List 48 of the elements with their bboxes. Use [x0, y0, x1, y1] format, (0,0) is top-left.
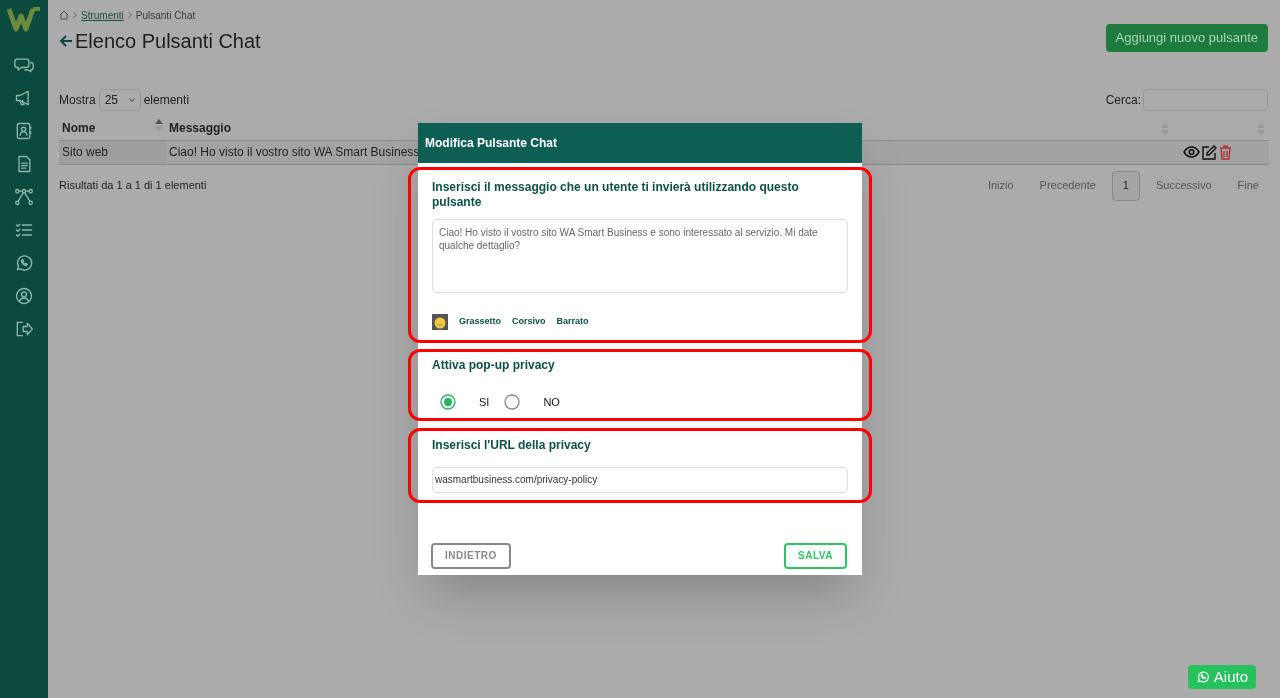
field-label: Attiva pop-up privacy: [432, 357, 556, 374]
field-label: Inserisci il messaggio che un utente ti invierà utilizzando questo pulsante: [432, 180, 800, 210]
page-title: Elenco Pulsanti Chat: [75, 29, 261, 54]
sort-icon[interactable]: [155, 118, 163, 131]
length-label: Mostra: [59, 92, 96, 109]
format-button[interactable]: Corsivo: [512, 315, 546, 329]
whatsapp-icon[interactable]: [14, 253, 34, 273]
url-field[interactable]: wasmartbusiness.com/privacy-policy: [432, 466, 848, 493]
radio-button[interactable]: [440, 394, 456, 411]
format-button[interactable]: Grassetto: [459, 315, 502, 329]
logout-icon[interactable]: [14, 319, 34, 339]
chevron-icon: [127, 12, 132, 18]
back-button[interactable]: INDIETRO: [431, 542, 511, 569]
modal-title: Modifica Pulsante Chat: [425, 135, 558, 152]
length-label: elementi: [143, 92, 190, 109]
table-cell: Sito web: [62, 145, 109, 159]
add-button[interactable]: Aggiungi nuovo pulsante: [1105, 24, 1268, 52]
back-arrow-icon[interactable]: [59, 34, 73, 48]
column-header[interactable]: Nome: [62, 118, 96, 137]
eye-icon[interactable]: [1183, 145, 1200, 159]
column-header[interactable]: Messaggio: [169, 118, 231, 137]
radio-label: NO: [543, 395, 560, 410]
breadcrumb-current: Pulsanti Chat: [135, 8, 196, 23]
search-label: Cerca:: [1105, 92, 1141, 109]
table-info: Risultati da 1 a 1 di 1 elementi: [59, 178, 207, 194]
pagination-button[interactable]: Successivo: [1145, 170, 1222, 201]
radio-button[interactable]: [504, 394, 521, 411]
contacts-icon[interactable]: [14, 121, 34, 141]
pagination-button[interactable]: 1: [1111, 170, 1140, 201]
caret-icon: [128, 98, 135, 102]
pagination-button[interactable]: Fine: [1227, 170, 1269, 201]
user-icon[interactable]: [14, 286, 34, 306]
whatsapp-icon: [1195, 670, 1210, 684]
length-select[interactable]: 25: [98, 89, 141, 111]
flow-icon[interactable]: [14, 187, 34, 207]
home-icon[interactable]: [59, 10, 69, 20]
breadcrumb-link[interactable]: Strumenti: [81, 7, 124, 23]
message-textarea[interactable]: Ciao! Ho visto il vostro sito WA Smart Business e sono interessato al servizio. Mi date qualche dettaglio?: [432, 219, 848, 293]
pagination-button[interactable]: Precedente: [1029, 170, 1106, 201]
radio-label: SI: [479, 395, 490, 410]
logo-icon[interactable]: [7, 6, 41, 32]
table-cell: Ciao! Ho visto il vostro sito WA Smart Business: [169, 145, 420, 159]
format-button[interactable]: Barrato: [556, 315, 589, 329]
emoji-icon[interactable]: [432, 314, 448, 330]
field-label: Inserisci l'URL della privacy: [432, 436, 592, 454]
pagination-button[interactable]: Inizio: [977, 170, 1024, 201]
chevron-icon: [73, 12, 77, 18]
edit-icon[interactable]: [1202, 144, 1217, 160]
